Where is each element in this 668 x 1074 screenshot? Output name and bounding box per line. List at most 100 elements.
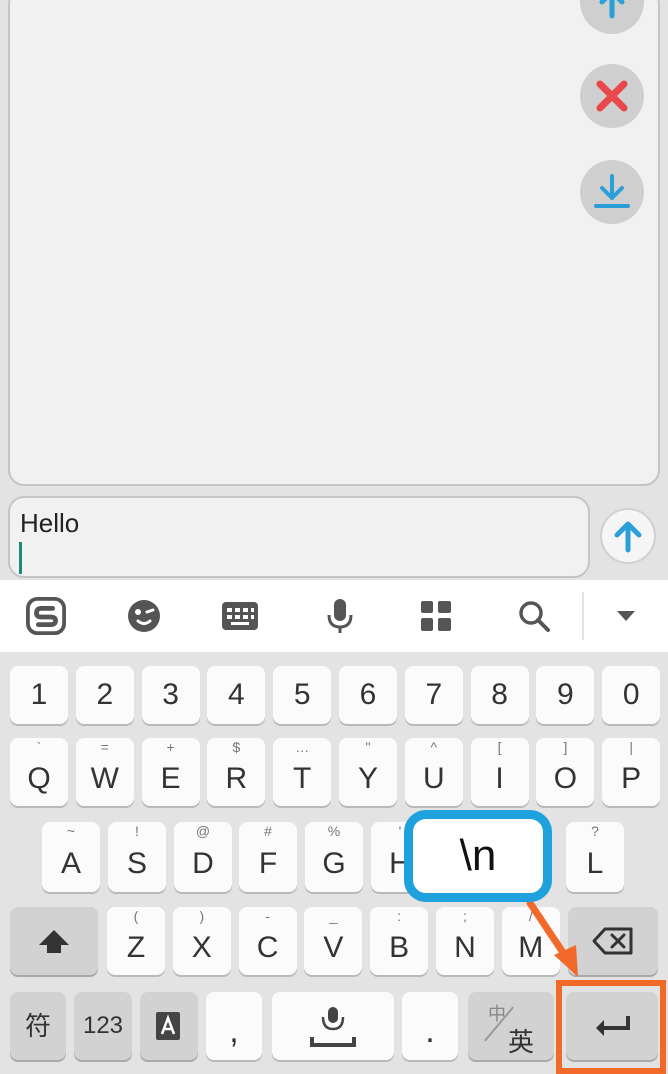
close-button[interactable] bbox=[580, 64, 644, 128]
download-button[interactable] bbox=[580, 160, 644, 224]
key-symbol-label: ? bbox=[591, 823, 599, 839]
space-voice-icon bbox=[310, 1007, 356, 1047]
message-input-value: Hello bbox=[20, 508, 80, 538]
key-symbol-label: @ bbox=[195, 823, 211, 839]
language-switch-key[interactable]: 中 英 bbox=[468, 992, 554, 1060]
key-symbol-label: ~ bbox=[66, 823, 76, 839]
key-label: 0 bbox=[622, 678, 640, 711]
text-caret bbox=[19, 542, 22, 574]
key-n[interactable]: ; N bbox=[436, 907, 494, 975]
key-symbol-label: … bbox=[295, 739, 310, 755]
key-symbol-label: + bbox=[166, 739, 175, 755]
key-a[interactable]: ~ A bbox=[42, 822, 100, 892]
key-b[interactable]: :B bbox=[370, 907, 429, 975]
key-symbol-label: [ bbox=[497, 739, 502, 755]
scroll-up-button[interactable] bbox=[580, 0, 644, 34]
key-symbol-label: - bbox=[265, 908, 270, 924]
key-symbol-label: : bbox=[397, 908, 402, 924]
numbers-key-label: 123 bbox=[82, 1012, 124, 1039]
key-label: P bbox=[621, 762, 642, 795]
key-label: A bbox=[60, 847, 81, 880]
key-q[interactable]: ` Q bbox=[10, 738, 68, 806]
key-e[interactable]: + E bbox=[141, 738, 200, 806]
key-7[interactable]: 7 bbox=[404, 666, 463, 724]
key-label: I bbox=[495, 762, 504, 795]
input-mode-key[interactable] bbox=[140, 992, 198, 1060]
key-g[interactable]: % G bbox=[305, 822, 363, 892]
key-i[interactable]: [I bbox=[470, 738, 529, 806]
send-button[interactable] bbox=[600, 508, 656, 564]
key-label: G bbox=[322, 847, 346, 880]
search-icon[interactable] bbox=[514, 596, 554, 636]
key-9[interactable]: 9 bbox=[536, 666, 595, 724]
key-symbol-label: ) bbox=[199, 908, 205, 924]
key-4[interactable]: 4 bbox=[207, 666, 266, 724]
toolbar-divider bbox=[582, 592, 584, 640]
key-label: S bbox=[126, 847, 147, 880]
space-key[interactable] bbox=[272, 992, 394, 1060]
close-icon bbox=[596, 80, 628, 112]
key-label: V bbox=[323, 931, 344, 964]
key-w[interactable]: = W bbox=[75, 738, 134, 806]
key-u[interactable]: ^ U bbox=[404, 738, 463, 806]
key-t[interactable]: … T bbox=[273, 738, 332, 806]
numbers-key[interactable]: 123 bbox=[74, 992, 132, 1060]
key-c[interactable]: -C bbox=[238, 907, 297, 975]
key-5[interactable]: 5 bbox=[273, 666, 332, 724]
emoji-icon[interactable] bbox=[124, 596, 164, 636]
apps-grid-icon[interactable] bbox=[416, 596, 456, 636]
key-d[interactable]: @ D bbox=[174, 822, 232, 892]
newline-callout: \n bbox=[404, 810, 552, 902]
key-label: N bbox=[454, 931, 476, 964]
key-3[interactable]: 3 bbox=[141, 666, 200, 724]
key-label: E bbox=[160, 762, 181, 795]
key-symbol-label: _ bbox=[329, 908, 338, 924]
key-label: R bbox=[225, 762, 248, 795]
key-1[interactable]: 1 bbox=[10, 666, 68, 724]
symbols-key-label: 符 bbox=[24, 1011, 51, 1041]
period-key[interactable]: . bbox=[402, 992, 458, 1060]
key-symbol-label: ^ bbox=[430, 739, 438, 755]
key-label: 7 bbox=[425, 678, 443, 711]
comma-key[interactable]: , bbox=[206, 992, 262, 1060]
key-z[interactable]: (Z bbox=[107, 907, 165, 975]
key-f[interactable]: # F bbox=[239, 822, 297, 892]
key-label: 8 bbox=[491, 678, 508, 711]
key-p[interactable]: | P bbox=[602, 738, 661, 806]
shift-icon bbox=[39, 930, 69, 953]
keyboard-icon[interactable] bbox=[220, 596, 260, 636]
key-label: L bbox=[586, 847, 604, 880]
message-input[interactable]: Hello bbox=[8, 496, 590, 578]
keyboard-toolbar bbox=[0, 580, 668, 652]
lang-top-label: 中 bbox=[488, 1004, 506, 1024]
key-symbol-label: ] bbox=[563, 739, 568, 755]
key-label: Z bbox=[126, 931, 146, 964]
dropdown-icon[interactable] bbox=[606, 596, 646, 636]
backspace-icon bbox=[592, 927, 633, 955]
key-l[interactable]: ? L bbox=[566, 822, 624, 892]
sogou-logo-icon[interactable] bbox=[26, 596, 66, 636]
key-label: T bbox=[293, 762, 312, 795]
key-label: 5 bbox=[293, 678, 311, 711]
key-0[interactable]: 0 bbox=[602, 666, 661, 724]
key-2[interactable]: 2 bbox=[75, 666, 134, 724]
key-8[interactable]: 8 bbox=[470, 666, 529, 724]
key-6[interactable]: 6 bbox=[339, 666, 397, 724]
key-x[interactable]: ) X bbox=[172, 907, 231, 975]
key-y[interactable]: " Y bbox=[339, 738, 397, 806]
comma-key-label: , bbox=[229, 1012, 239, 1050]
key-label: 3 bbox=[162, 678, 179, 711]
key-s[interactable]: ! S bbox=[108, 822, 166, 892]
key-label: Q bbox=[27, 762, 51, 795]
key-symbol-label: ( bbox=[133, 908, 139, 924]
key-r[interactable]: $ R bbox=[207, 738, 266, 806]
download-icon bbox=[594, 174, 630, 208]
key-symbol-label: $ bbox=[232, 739, 241, 755]
microphone-icon[interactable] bbox=[320, 596, 360, 636]
key-symbol-label: ` bbox=[36, 739, 42, 755]
key-o[interactable]: ] O bbox=[536, 738, 595, 806]
key-label: D bbox=[192, 847, 214, 880]
symbols-key[interactable]: 符 bbox=[10, 992, 66, 1060]
key-v[interactable]: _ V bbox=[304, 907, 363, 975]
shift-key[interactable] bbox=[10, 907, 98, 975]
